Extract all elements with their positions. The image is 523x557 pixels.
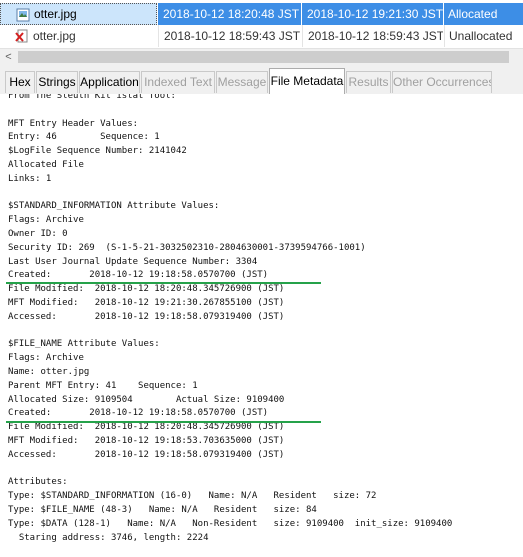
- content-viewer-tabs: Hex Strings Application Indexed Text Mes…: [0, 66, 523, 95]
- metadata-line: Type: $FILE_NAME (48-3) Name: N/A Reside…: [8, 504, 317, 515]
- highlight-underline: [6, 421, 321, 423]
- metadata-line: Flags: Archive: [8, 353, 84, 364]
- tab-file-metadata[interactable]: File Metadata: [269, 68, 345, 95]
- metadata-line: File Modified: 2018-10-12 18:20:48.34572…: [8, 422, 285, 433]
- file-table: otter.jpg 2018-10-12 18:20:48 JST 2018-1…: [0, 0, 523, 48]
- metadata-line: MFT Entry Header Values:: [8, 118, 139, 129]
- scroll-left-arrow-icon[interactable]: <: [0, 49, 17, 66]
- file-name-cell[interactable]: otter.jpg: [0, 25, 157, 47]
- highlight-underline: [6, 282, 321, 284]
- metadata-line: Allocated File: [8, 159, 84, 170]
- tab-indexed-text[interactable]: Indexed Text: [141, 71, 215, 93]
- metadata-line: Links: 1: [8, 173, 52, 184]
- metadata-line: Security ID: 269 (S-1-5-21-3032502310-28…: [8, 242, 366, 253]
- modified-time-cell[interactable]: 2018-10-12 18:59:43 JST: [158, 25, 301, 47]
- metadata-line: Flags: Archive: [8, 215, 84, 226]
- metadata-line: Entry: 46 Sequence: 1: [8, 132, 160, 143]
- metadata-line: Type: $DATA (128-1) Name: N/A Non-Reside…: [8, 518, 453, 529]
- metadata-line: $STANDARD_INFORMATION Attribute Values:: [8, 201, 220, 212]
- horizontal-scrollbar[interactable]: <: [0, 48, 523, 66]
- metadata-line: MFT Modified: 2018-10-12 19:18:53.703635…: [8, 435, 285, 446]
- metadata-line: Allocated Size: 9109504 Actual Size: 910…: [8, 394, 285, 405]
- metadata-line: [8, 104, 452, 118]
- changed-time-cell[interactable]: 2018-10-12 18:59:43 JST: [302, 25, 443, 47]
- table-row[interactable]: otter.jpg 2018-10-12 18:20:48 JST 2018-1…: [0, 3, 523, 25]
- metadata-line: Attributes:: [8, 477, 68, 488]
- metadata-line: Type: $STANDARD_INFORMATION (16-0) Name:…: [8, 491, 377, 502]
- metadata-line: Last User Journal Update Sequence Number…: [8, 256, 258, 267]
- file-name: otter.jpg: [34, 7, 77, 21]
- tab-results[interactable]: Results: [346, 71, 391, 93]
- image-file-icon: [16, 8, 30, 22]
- modified-time-cell[interactable]: 2018-10-12 18:20:48 JST: [158, 3, 301, 25]
- istat-output: From The Sleuth Kit istat Tool: MFT Entr…: [8, 94, 452, 545]
- metadata-line: Created: 2018-10-12 19:18:58.0570700 (JS…: [8, 408, 269, 419]
- metadata-line: Staring address: 3746, length: 2224: [8, 532, 209, 543]
- tab-other-occurrences[interactable]: Other Occurrences: [392, 71, 492, 93]
- metadata-line: From The Sleuth Kit istat Tool:: [8, 94, 176, 101]
- metadata-line: File Modified: 2018-10-12 18:20:48.34572…: [8, 284, 285, 295]
- tab-strings[interactable]: Strings: [36, 71, 78, 93]
- table-row[interactable]: otter.jpg 2018-10-12 18:59:43 JST 2018-1…: [0, 25, 523, 47]
- metadata-line: Accessed: 2018-10-12 19:18:58.079319400 …: [8, 449, 285, 460]
- file-name: otter.jpg: [33, 29, 76, 43]
- metadata-line: $FILE_NAME Attribute Values:: [8, 339, 160, 350]
- metadata-line: [8, 463, 452, 477]
- metadata-line: Name: otter.jpg: [8, 366, 90, 377]
- metadata-line: [8, 325, 452, 339]
- status-cell[interactable]: Allocated: [444, 3, 523, 25]
- metadata-line: [8, 187, 452, 201]
- metadata-line: MFT Modified: 2018-10-12 19:21:30.267855…: [8, 297, 285, 308]
- changed-time-cell[interactable]: 2018-10-12 19:21:30 JST: [302, 3, 443, 25]
- tab-message[interactable]: Message: [216, 71, 268, 93]
- tab-hex[interactable]: Hex: [5, 71, 35, 93]
- tab-application[interactable]: Application: [79, 71, 140, 93]
- scrollbar-thumb[interactable]: [18, 51, 509, 63]
- status-cell[interactable]: Unallocated: [444, 25, 523, 47]
- metadata-line: $LogFile Sequence Number: 2141042: [8, 146, 187, 157]
- file-metadata-panel[interactable]: From The Sleuth Kit istat Tool: MFT Entr…: [0, 94, 523, 557]
- file-name-cell[interactable]: otter.jpg: [0, 3, 157, 25]
- metadata-line: Parent MFT Entry: 41 Sequence: 1: [8, 380, 198, 391]
- deleted-file-icon: [15, 29, 28, 43]
- metadata-line: Accessed: 2018-10-12 19:18:58.079319400 …: [8, 311, 285, 322]
- metadata-line: Owner ID: 0: [8, 228, 68, 239]
